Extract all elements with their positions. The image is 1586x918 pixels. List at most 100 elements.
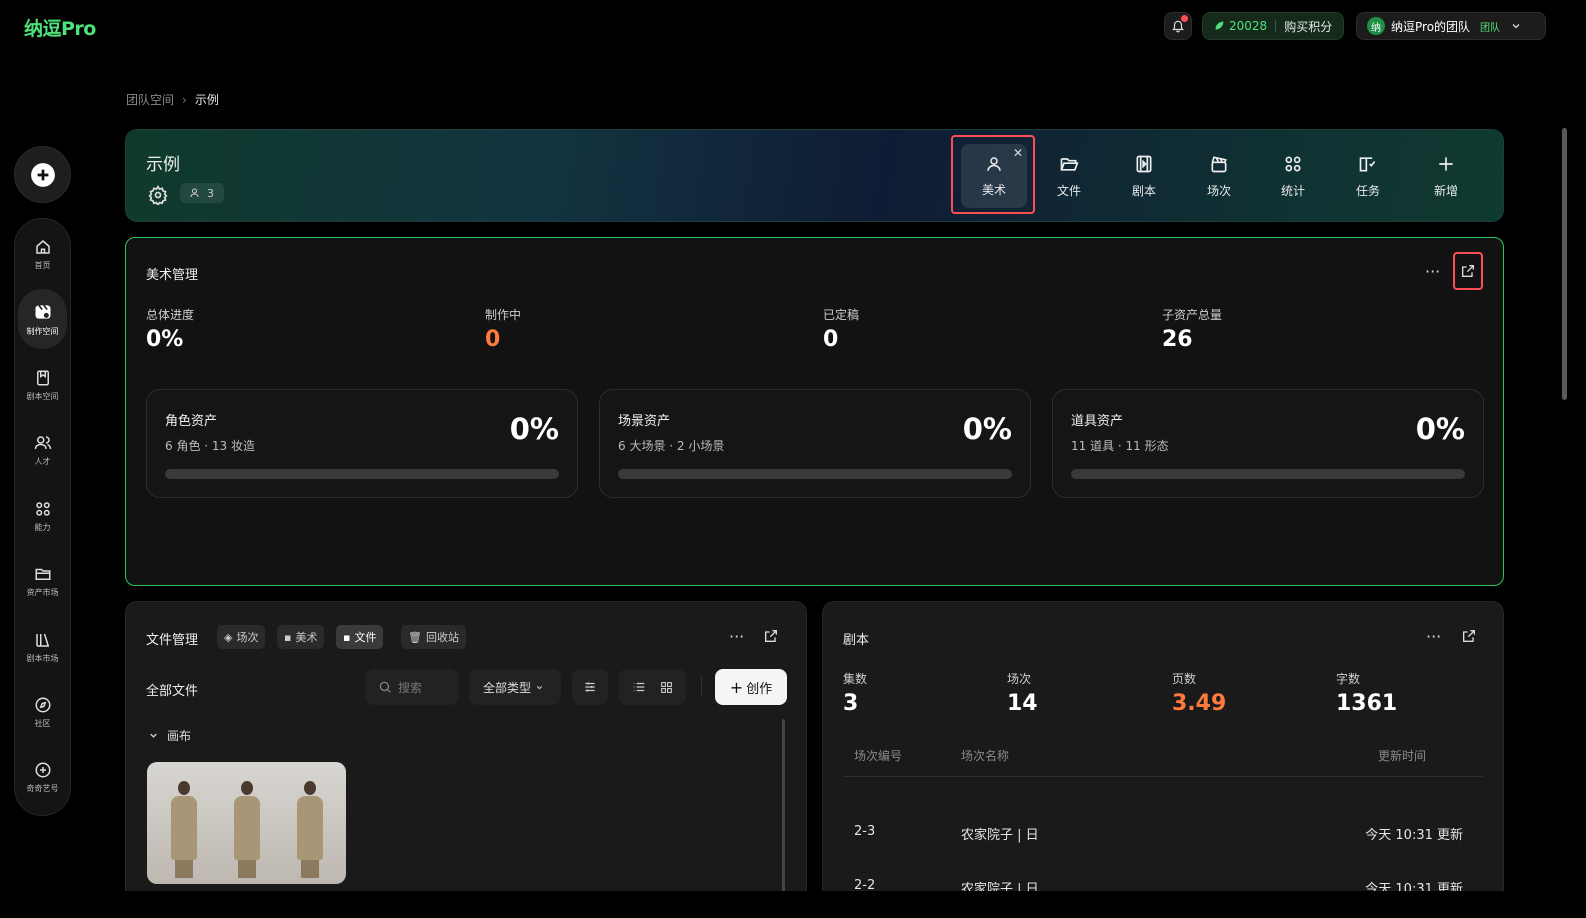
grid-icon — [35, 501, 50, 516]
create-button[interactable] — [14, 146, 71, 203]
column-header-name[interactable]: 场次名称 — [961, 747, 1009, 764]
plus-icon — [1439, 156, 1453, 171]
folder-icon: ▪ — [284, 630, 292, 644]
breadcrumb-separator: › — [182, 92, 187, 107]
asset-card-scene[interactable]: 场景资产 6 大场景 · 2 小场景 0% — [599, 389, 1031, 498]
film-icon — [1136, 155, 1152, 172]
more-icon[interactable]: ··· — [1426, 627, 1441, 646]
clapper-icon — [1211, 155, 1227, 172]
divider — [701, 677, 702, 697]
page-scrollbar[interactable] — [1562, 128, 1567, 400]
tab-add[interactable]: 新增 — [1413, 144, 1479, 208]
stat-value-total: 26 — [1162, 327, 1193, 352]
sidebar-item-script-market[interactable]: 剧本市场 — [18, 617, 67, 677]
production-space-icon — [35, 304, 50, 319]
tab-script[interactable]: 剧本 — [1111, 144, 1177, 208]
tab-stats[interactable]: 统计 — [1260, 144, 1326, 208]
column-header-time[interactable]: 更新时间 — [1378, 747, 1426, 764]
list-icon[interactable] — [632, 680, 646, 694]
progress-bar — [1071, 469, 1465, 479]
open-external-button[interactable] — [1453, 252, 1483, 290]
filter-settings-button[interactable] — [572, 669, 608, 705]
external-link-icon — [765, 630, 777, 642]
notification-dot — [1181, 15, 1188, 22]
stat-value-words: 1361 — [1336, 691, 1398, 716]
layers-icon: ◈ — [224, 630, 233, 644]
sidebar-item-qiqi[interactable]: 奇奇艺号 — [18, 747, 67, 807]
points-value: 20028 — [1229, 19, 1268, 33]
task-icon — [1359, 156, 1376, 171]
notification-button[interactable] — [1164, 12, 1192, 40]
member-count: 3 — [207, 186, 214, 200]
team-badge: 团队 — [1480, 22, 1501, 34]
open-external-button[interactable] — [763, 628, 779, 644]
view-toggle[interactable] — [619, 669, 686, 705]
sidebar-item-community[interactable]: 社区 — [18, 682, 67, 742]
project-banner: 示例 3 美术 ✕ 文件 剧本 场次 统计 任务 新增 — [125, 129, 1504, 222]
breadcrumb: 团队空间 › 示例 — [126, 91, 219, 108]
create-button[interactable]: + 创作 — [715, 669, 787, 705]
sidebar-item-home[interactable]: 首页 — [18, 224, 67, 284]
sidebar-item-production[interactable]: 制作空间 — [18, 289, 67, 349]
stat-value-episodes: 3 — [843, 691, 859, 716]
chip-trash[interactable]: 🗑 回收站 — [401, 625, 466, 649]
tab-scenes[interactable]: 场次 — [1186, 144, 1252, 208]
people-icon — [34, 435, 51, 449]
search-input[interactable]: 搜索 — [366, 669, 458, 705]
chip-art[interactable]: ▪ 美术 — [277, 625, 325, 649]
sidebar-item-talent[interactable]: 人才 — [18, 420, 67, 480]
plus-circle-icon — [30, 162, 55, 187]
breadcrumb-parent[interactable]: 团队空间 — [126, 91, 174, 108]
art-management-panel: 美术管理 ··· 总体进度 0% 制作中 0 已定稿 0 子资产总量 26 角色… — [125, 237, 1504, 586]
app-logo[interactable]: 纳逗Pro — [24, 14, 96, 41]
stat-value-pages: 3.49 — [1172, 691, 1227, 716]
column-header-id[interactable]: 场次编号 — [854, 747, 902, 764]
external-link-icon — [1463, 630, 1475, 642]
sidebar-item-script-space[interactable]: 剧本空间 — [18, 355, 67, 415]
points-widget[interactable]: 20028 购买积分 — [1202, 12, 1344, 40]
chevron-down-icon — [1512, 24, 1520, 29]
sidebar-item-asset-market[interactable]: 资产市场 — [18, 551, 67, 611]
plus-circle-icon — [35, 762, 50, 777]
sidebar-item-abilities[interactable]: 能力 — [18, 486, 67, 546]
library-icon — [35, 633, 49, 647]
scrollbar[interactable] — [782, 719, 785, 891]
asset-card-character[interactable]: 角色资产 6 角色 · 13 妆造 0% — [146, 389, 578, 498]
type-filter-select[interactable]: 全部类型 — [469, 669, 561, 705]
stat-value-scenes: 14 — [1007, 691, 1038, 716]
script-panel-title: 剧本 — [843, 633, 870, 648]
gear-icon — [148, 185, 168, 205]
stat-value-finalized: 0 — [823, 327, 839, 352]
folder-icon: ▪ — [343, 630, 351, 644]
team-switcher[interactable]: 纳 纳逗Pro的团队 团队 — [1356, 12, 1546, 40]
chip-files[interactable]: ▪ 文件 — [336, 625, 384, 649]
script-panel: 剧本 ··· 集数 3 场次 14 页数 3.49 字数 1361 场次编号 场… — [822, 601, 1504, 891]
file-management-panel: 文件管理 ◈ 场次 ▪ 美术 ▪ 文件 🗑 回收站 ··· 全部文件 搜索 全部类型 +… — [125, 601, 807, 891]
members-button[interactable]: 3 — [180, 183, 224, 203]
settings-button[interactable] — [148, 185, 168, 205]
people-icon — [190, 188, 199, 198]
tab-art[interactable]: 美术 ✕ — [961, 144, 1027, 208]
tab-files[interactable]: 文件 — [1036, 144, 1102, 208]
table-divider — [843, 776, 1483, 777]
open-external-button[interactable] — [1461, 628, 1477, 644]
more-icon[interactable]: ··· — [729, 627, 744, 646]
grid-icon — [1285, 156, 1301, 171]
progress-bar — [165, 469, 559, 479]
search-icon — [379, 681, 391, 693]
close-icon[interactable]: ✕ — [1013, 146, 1023, 160]
file-thumbnail[interactable] — [147, 762, 346, 884]
sidebar: 首页 制作空间 剧本空间 人才 能力 资产市场 剧本市场 社区 奇奇艺号 — [14, 218, 71, 816]
team-avatar: 纳 — [1367, 17, 1385, 35]
folder-toggle[interactable]: 画布 — [148, 727, 191, 744]
section-title: 全部文件 — [146, 684, 199, 699]
more-icon[interactable]: ··· — [1425, 262, 1440, 281]
home-icon — [35, 239, 50, 254]
asset-card-prop[interactable]: 道具资产 11 道具 · 11 形态 0% — [1052, 389, 1484, 498]
grid-view-icon[interactable] — [660, 681, 673, 694]
chip-scenes[interactable]: ◈ 场次 — [217, 625, 266, 649]
breadcrumb-current: 示例 — [194, 93, 219, 107]
buy-points-link[interactable]: 购买积分 — [1284, 18, 1332, 35]
tab-tasks[interactable]: 任务 — [1335, 144, 1401, 208]
progress-bar — [618, 469, 1012, 479]
